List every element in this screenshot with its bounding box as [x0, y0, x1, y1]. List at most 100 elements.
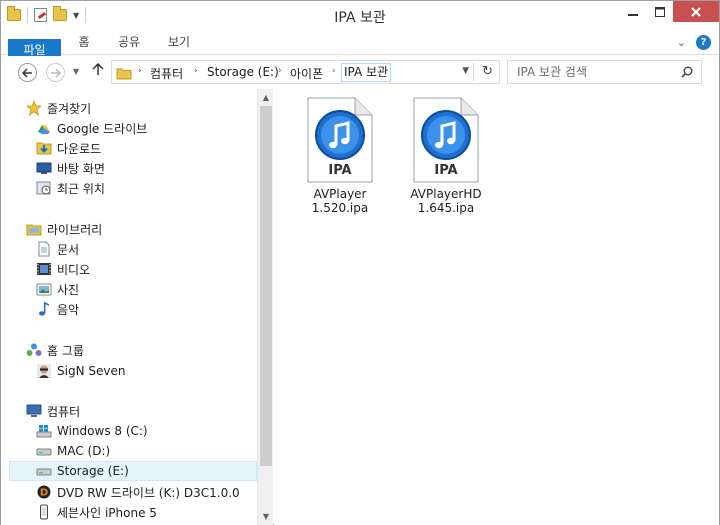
videos-icon: [37, 263, 51, 275]
nav-item-label: 음악: [57, 302, 80, 317]
nav-item-label: SigN Seven: [57, 364, 126, 378]
nav-item-label: DVD RW 드라이브 (K:) D3C1.0.0: [57, 485, 240, 500]
nav-item-google-drive[interactable]: Google 드라이브: [36, 118, 273, 138]
back-arrow-icon: [22, 67, 32, 78]
user-avatar-icon: [37, 364, 51, 378]
folder-icon: [116, 66, 132, 83]
nav-item-drive-e[interactable]: Storage (E:): [9, 461, 257, 481]
minimize-button[interactable]: [619, 1, 646, 22]
nav-item-label: MAC (D:): [57, 444, 111, 458]
recent-places-icon: [36, 181, 51, 195]
itunes-ipa-icon: IPA: [413, 97, 479, 183]
nav-item-music[interactable]: 음악: [36, 299, 273, 319]
address-bar[interactable]: › 컴퓨터 › Storage (E:) › 아이폰 › IPA 보관 ▼ ↻: [111, 60, 500, 84]
tab-share[interactable]: 공유: [109, 31, 149, 55]
nav-item-videos[interactable]: 비디오: [36, 259, 273, 279]
nav-item-desktop[interactable]: 바탕 화면: [36, 158, 273, 178]
nav-item-label: 사진: [57, 282, 80, 297]
nav-item-label: Storage (E:): [57, 464, 129, 478]
dvd-drive-icon: D: [37, 485, 51, 499]
computer-icon: [26, 404, 42, 417]
tab-view[interactable]: 보기: [159, 31, 199, 55]
nav-item-user[interactable]: SigN Seven: [36, 361, 273, 381]
address-dropdown-icon[interactable]: ▼: [462, 66, 469, 76]
breadcrumb-iphone[interactable]: 아이폰: [290, 65, 323, 82]
nav-item-label: 세븐사인 iPhone 5: [57, 505, 157, 520]
minimize-icon: [627, 13, 638, 16]
search-box[interactable]: [507, 60, 702, 84]
tab-home[interactable]: 홈: [69, 31, 99, 55]
chevron-right-icon[interactable]: ›: [194, 66, 198, 76]
file-name-line2: 1.520.ipa: [311, 201, 369, 215]
nav-scrollbar[interactable]: ▲ ▼: [257, 89, 273, 525]
nav-group-label: 라이브러리: [47, 222, 103, 237]
file-type-badge: IPA: [434, 163, 458, 178]
downloads-icon: [36, 142, 52, 155]
scroll-down-icon[interactable]: ▼: [258, 508, 274, 525]
chevron-right-icon[interactable]: ›: [332, 66, 336, 76]
close-icon: [691, 6, 701, 17]
up-button[interactable]: [92, 62, 104, 80]
file-name-line1: AVPlayer: [313, 187, 367, 201]
nav-item-documents[interactable]: 문서: [36, 239, 273, 259]
google-drive-icon: [38, 125, 50, 134]
search-icon[interactable]: [681, 66, 693, 78]
pictures-icon: [36, 283, 52, 296]
recent-locations-icon[interactable]: ▼: [73, 67, 79, 76]
desktop-icon: [36, 162, 52, 174]
iphone-icon: [40, 504, 48, 520]
maximize-button[interactable]: [646, 1, 673, 22]
address-divider: [473, 63, 474, 81]
maximize-icon: [654, 6, 665, 17]
chevron-right-icon[interactable]: ›: [278, 66, 282, 76]
explorer-window: ▼ IPA 보관 파일 홈 공유 보기 ⌄ ? ▼ › 컴퓨터 › Storag…: [0, 0, 720, 525]
window-controls: [619, 1, 719, 22]
nav-item-dvd-drive[interactable]: D DVD RW 드라이브 (K:) D3C1.0.0: [36, 482, 273, 502]
expand-ribbon-icon[interactable]: ⌄: [677, 36, 686, 49]
nav-item-pictures[interactable]: 사진: [36, 279, 273, 299]
nav-computer[interactable]: 컴퓨터: [26, 401, 273, 421]
back-button[interactable]: [18, 63, 37, 82]
breadcrumb-storage[interactable]: Storage (E:): [207, 65, 279, 79]
file-item[interactable]: IPA AVPlayerHD 1.645.ipa: [401, 97, 491, 215]
star-icon: [26, 100, 42, 116]
library-icon: [26, 224, 42, 236]
nav-group-label: 즐겨찾기: [47, 101, 92, 116]
nav-group-label: 홈 그룹: [47, 343, 84, 358]
nav-item-drive-d[interactable]: MAC (D:): [36, 441, 273, 461]
nav-favorites[interactable]: 즐겨찾기: [26, 98, 273, 118]
nav-item-recent-places[interactable]: 최근 위치: [36, 178, 273, 198]
nav-libraries[interactable]: 라이브러리: [26, 219, 273, 239]
help-icon[interactable]: ?: [696, 35, 711, 50]
documents-icon: [38, 241, 50, 257]
file-item[interactable]: IPA AVPlayer 1.520.ipa: [295, 97, 385, 215]
chevron-right-icon[interactable]: ›: [138, 66, 142, 76]
nav-item-label: 최근 위치: [57, 181, 105, 196]
breadcrumb-computer[interactable]: 컴퓨터: [150, 65, 183, 82]
nav-item-downloads[interactable]: 다운로드: [36, 138, 273, 158]
refresh-icon[interactable]: ↻: [482, 64, 493, 79]
close-button[interactable]: [673, 1, 719, 22]
window-title: IPA 보관: [334, 10, 386, 26]
title-bar: ▼ IPA 보관: [1, 1, 719, 31]
file-list: IPA AVPlayer 1.520.ipa IPA AVPlayerHD 1.…: [274, 89, 719, 525]
scroll-up-icon[interactable]: ▲: [258, 89, 274, 106]
nav-item-iphone[interactable]: 세븐사인 iPhone 5: [36, 502, 273, 522]
file-type-badge: IPA: [328, 163, 352, 178]
nav-item-label: 바탕 화면: [57, 161, 105, 176]
navigation-pane: 즐겨찾기 Google 드라이브 다운로드 바탕 화면 최근 위치 라이브러리 …: [1, 89, 273, 525]
ribbon: 파일 홈 공유 보기 ⌄ ?: [1, 31, 719, 63]
forward-arrow-icon: [51, 67, 61, 78]
nav-homegroup[interactable]: 홈 그룹: [26, 340, 273, 360]
nav-item-label: 비디오: [57, 262, 91, 277]
windows-drive-icon: [36, 425, 52, 438]
search-input[interactable]: [517, 65, 667, 79]
scroll-thumb[interactable]: [260, 106, 272, 466]
file-name-line1: AVPlayerHD: [410, 187, 482, 201]
nav-item-label: Windows 8 (C:): [57, 424, 148, 438]
forward-button[interactable]: [46, 63, 65, 82]
breadcrumb-current[interactable]: IPA 보관: [341, 63, 392, 82]
music-icon: [39, 301, 50, 316]
itunes-ipa-icon: IPA: [307, 97, 373, 183]
nav-item-drive-c[interactable]: Windows 8 (C:): [36, 421, 273, 441]
